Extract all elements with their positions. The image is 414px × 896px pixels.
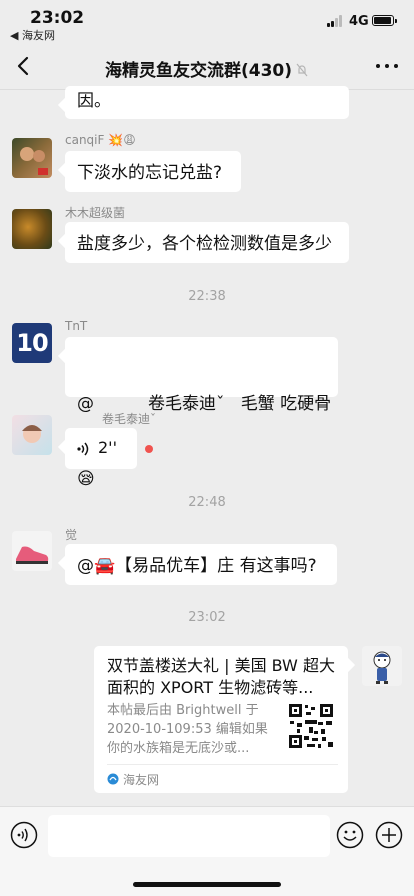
avatar[interactable]: 10 <box>12 323 52 363</box>
link-card-description: 本帖最后由 Brightwell 于 2020-10-109:53 编辑如果你的… <box>107 703 268 756</box>
time-divider: 23:02 <box>188 610 226 625</box>
message-text: 盐度多少，各个检检测数值是多少 <box>77 234 332 254</box>
sender-name: 卷毛泰迪ˇ <box>102 412 157 426</box>
message-bubble[interactable]: 下淡水的忘记兑盐? <box>65 151 241 192</box>
status-time: 23:02 <box>30 8 85 28</box>
voice-duration: 2'' <box>98 438 117 457</box>
plus-icon[interactable] <box>375 821 403 849</box>
sneaker-avatar-icon <box>16 546 49 564</box>
link-card-source-text: 海友网 <box>123 773 160 787</box>
voice-message-bubble[interactable]: 2'' <box>65 428 137 469</box>
chat-title: 海精灵鱼友交流群(430) <box>0 56 414 81</box>
qr-code-icon <box>288 703 334 749</box>
avatar[interactable] <box>12 138 52 178</box>
time-divider: 22:38 <box>188 289 226 304</box>
voice-wave-icon <box>77 442 89 456</box>
avatar[interactable] <box>12 531 52 571</box>
avatar-photo-icon <box>22 425 42 443</box>
unread-voice-dot <box>145 445 153 453</box>
emoji-icon[interactable] <box>336 821 364 849</box>
message-bubble[interactable]: @ 卷毛泰迪ˇ 毛蟹 吃硬骨 😪 <box>65 337 338 489</box>
message-emoji: 😪 <box>77 469 95 489</box>
link-card-message[interactable]: 双节盖楼送大礼 | 美国 BW 超大面积的 XPORT 生物滤砖等... 本帖最… <box>94 646 348 793</box>
cartoon-avatar-icon <box>373 651 391 684</box>
message-text: @🚘【易品优车】庄 有这事吗? <box>77 556 317 576</box>
home-indicator[interactable] <box>133 882 281 887</box>
sender-name: canqiF 💥😩 <box>65 133 136 147</box>
sender-name: 木木超级菌 <box>65 206 126 220</box>
sender-emoji: 💥😩 <box>108 133 136 147</box>
voice-input-icon[interactable] <box>10 821 38 849</box>
my-avatar[interactable] <box>362 646 402 686</box>
site-logo-icon <box>107 773 119 785</box>
link-card-title: 双节盖楼送大礼 | 美国 BW 超大面积的 XPORT 生物滤砖等... <box>107 656 335 697</box>
avatar-photo-icon <box>20 147 48 175</box>
message-text: 因。 <box>77 91 111 111</box>
network-type: 4G <box>349 14 369 29</box>
sender-name: TnT <box>65 319 88 333</box>
message-bubble[interactable]: 因。 <box>65 86 349 119</box>
avatar[interactable] <box>12 209 52 249</box>
message-bubble[interactable]: 盐度多少，各个检检测数值是多少 <box>65 222 349 263</box>
message-bubble[interactable]: @🚘【易品优车】庄 有这事吗? <box>65 544 337 585</box>
signal-icon <box>327 15 344 27</box>
sender-name: 觉 <box>65 528 78 542</box>
link-card-divider <box>107 764 338 765</box>
battery-icon <box>372 15 397 26</box>
back-to-app-link[interactable]: ◀ 海友网 <box>10 27 55 43</box>
sender-name-text: canqiF <box>65 133 105 147</box>
message-input[interactable] <box>48 815 330 857</box>
link-card-source: 海友网 <box>107 771 159 788</box>
message-text: 下淡水的忘记兑盐? <box>77 163 223 183</box>
more-options-button[interactable] <box>376 64 398 70</box>
time-divider: 22:48 <box>188 495 226 510</box>
avatar[interactable] <box>12 415 52 455</box>
status-bar: 23:02 ◀ 海友网 4G <box>0 0 414 44</box>
mute-bell-icon <box>296 63 308 77</box>
chat-title-text: 海精灵鱼友交流群(430) <box>104 61 293 81</box>
chat-header: 海精灵鱼友交流群(430) <box>0 44 414 90</box>
avatar-number: 10 <box>16 329 48 357</box>
